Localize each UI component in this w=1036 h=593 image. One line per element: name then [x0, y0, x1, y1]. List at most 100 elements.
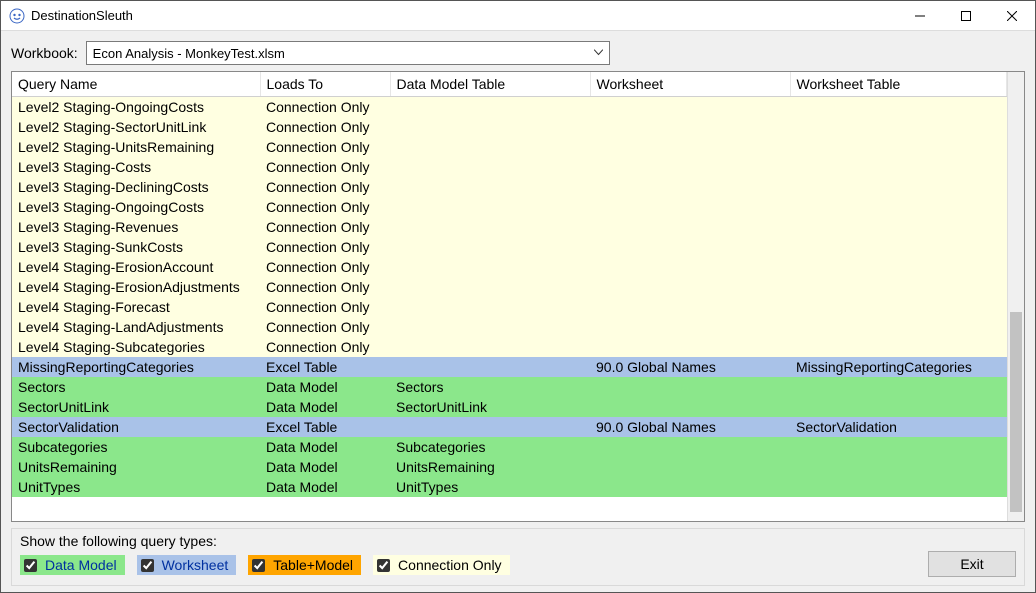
window-title: DestinationSleuth	[31, 8, 133, 23]
cell-worksheet	[590, 277, 790, 297]
table-row[interactable]: Level3 Staging-DecliningCostsConnection …	[12, 177, 1007, 197]
cell-worksheet-table	[790, 277, 1007, 297]
table-row[interactable]: Level2 Staging-SectorUnitLinkConnection …	[12, 117, 1007, 137]
cell-loads-to: Connection Only	[260, 97, 390, 117]
grid-viewport[interactable]: Query Name Loads To Data Model Table Wor…	[12, 72, 1007, 521]
close-button[interactable]	[989, 1, 1035, 31]
cell-worksheet	[590, 397, 790, 417]
scrollbar-thumb[interactable]	[1010, 312, 1022, 512]
table-row[interactable]: UnitTypesData ModelUnitTypes	[12, 477, 1007, 497]
filter-data-model[interactable]: Data Model	[20, 555, 125, 575]
table-row[interactable]: SectorsData ModelSectors	[12, 377, 1007, 397]
filter-connection-only-checkbox[interactable]	[377, 559, 390, 572]
cell-loads-to: Data Model	[260, 457, 390, 477]
table-row[interactable]: Level3 Staging-CostsConnection Only	[12, 157, 1007, 177]
cell-data-model-table	[390, 277, 590, 297]
cell-loads-to: Connection Only	[260, 117, 390, 137]
table-row[interactable]: Level3 Staging-SunkCostsConnection Only	[12, 237, 1007, 257]
filter-worksheet-checkbox[interactable]	[141, 559, 154, 572]
cell-query-name: Level4 Staging-ErosionAdjustments	[12, 277, 260, 297]
cell-data-model-table	[390, 197, 590, 217]
col-header-loads-to[interactable]: Loads To	[260, 72, 390, 97]
table-row[interactable]: Level3 Staging-RevenuesConnection Only	[12, 217, 1007, 237]
cell-worksheet	[590, 337, 790, 357]
cell-data-model-table	[390, 357, 590, 377]
cell-query-name: SectorValidation	[12, 417, 260, 437]
cell-worksheet	[590, 477, 790, 497]
cell-query-name: Level3 Staging-Costs	[12, 157, 260, 177]
cell-loads-to: Connection Only	[260, 257, 390, 277]
cell-worksheet-table	[790, 377, 1007, 397]
table-row[interactable]: Level4 Staging-ErosionAccountConnection …	[12, 257, 1007, 277]
cell-data-model-table	[390, 137, 590, 157]
table-row[interactable]: Level4 Staging-SubcategoriesConnection O…	[12, 337, 1007, 357]
col-header-worksheet-table[interactable]: Worksheet Table	[790, 72, 1007, 97]
table-row[interactable]: SubcategoriesData ModelSubcategories	[12, 437, 1007, 457]
table-row[interactable]: SectorValidationExcel Table90.0 Global N…	[12, 417, 1007, 437]
col-header-query-name[interactable]: Query Name	[12, 72, 260, 97]
workbook-label: Workbook:	[11, 45, 78, 61]
cell-data-model-table: SectorUnitLink	[390, 397, 590, 417]
cell-worksheet-table	[790, 397, 1007, 417]
table-row[interactable]: Level4 Staging-ErosionAdjustmentsConnect…	[12, 277, 1007, 297]
cell-query-name: Level4 Staging-ErosionAccount	[12, 257, 260, 277]
cell-worksheet	[590, 177, 790, 197]
filter-row: Data Model Worksheet Table+Model Connect…	[20, 555, 1016, 575]
table-row[interactable]: Level4 Staging-ForecastConnection Only	[12, 297, 1007, 317]
cell-worksheet	[590, 457, 790, 477]
cell-worksheet-table	[790, 477, 1007, 497]
cell-data-model-table: UnitTypes	[390, 477, 590, 497]
table-row[interactable]: MissingReportingCategoriesExcel Table90.…	[12, 357, 1007, 377]
cell-loads-to: Excel Table	[260, 417, 390, 437]
filter-worksheet[interactable]: Worksheet	[137, 555, 237, 575]
cell-worksheet-table	[790, 197, 1007, 217]
cell-loads-to: Data Model	[260, 377, 390, 397]
cell-worksheet	[590, 117, 790, 137]
cell-data-model-table: Subcategories	[390, 437, 590, 457]
cell-loads-to: Connection Only	[260, 217, 390, 237]
cell-loads-to: Connection Only	[260, 177, 390, 197]
table-row[interactable]: Level2 Staging-UnitsRemainingConnection …	[12, 137, 1007, 157]
minimize-button[interactable]	[897, 1, 943, 31]
cell-data-model-table	[390, 177, 590, 197]
col-header-data-model-table[interactable]: Data Model Table	[390, 72, 590, 97]
filter-connection-only-label: Connection Only	[398, 557, 502, 573]
cell-worksheet: 90.0 Global Names	[590, 357, 790, 377]
cell-worksheet	[590, 257, 790, 277]
cell-worksheet-table	[790, 117, 1007, 137]
cell-query-name: UnitTypes	[12, 477, 260, 497]
cell-data-model-table	[390, 117, 590, 137]
filter-table-model[interactable]: Table+Model	[248, 555, 361, 575]
cell-worksheet	[590, 437, 790, 457]
table-row[interactable]: Level3 Staging-OngoingCostsConnection On…	[12, 197, 1007, 217]
cell-loads-to: Connection Only	[260, 137, 390, 157]
header-row: Query Name Loads To Data Model Table Wor…	[12, 72, 1007, 97]
cell-query-name: Level4 Staging-Subcategories	[12, 337, 260, 357]
workbook-select[interactable]: Econ Analysis - MonkeyTest.xlsm	[86, 41, 610, 65]
col-header-worksheet[interactable]: Worksheet	[590, 72, 790, 97]
cell-worksheet	[590, 237, 790, 257]
app-window: DestinationSleuth Workbook: Econ Analysi…	[0, 0, 1036, 593]
cell-data-model-table	[390, 157, 590, 177]
vertical-scrollbar[interactable]	[1007, 72, 1024, 521]
table-row[interactable]: SectorUnitLinkData ModelSectorUnitLink	[12, 397, 1007, 417]
cell-worksheet-table	[790, 337, 1007, 357]
cell-worksheet	[590, 377, 790, 397]
cell-worksheet	[590, 137, 790, 157]
table-row[interactable]: Level2 Staging-OngoingCostsConnection On…	[12, 97, 1007, 117]
workbook-selected-value: Econ Analysis - MonkeyTest.xlsm	[93, 46, 285, 61]
cell-loads-to: Data Model	[260, 437, 390, 457]
maximize-button[interactable]	[943, 1, 989, 31]
cell-data-model-table: UnitsRemaining	[390, 457, 590, 477]
cell-worksheet-table	[790, 437, 1007, 457]
exit-button[interactable]: Exit	[928, 551, 1016, 577]
cell-worksheet-table: MissingReportingCategories	[790, 357, 1007, 377]
cell-worksheet-table	[790, 97, 1007, 117]
filter-connection-only[interactable]: Connection Only	[373, 555, 510, 575]
cell-data-model-table	[390, 417, 590, 437]
filter-data-model-checkbox[interactable]	[24, 559, 37, 572]
filter-table-model-checkbox[interactable]	[252, 559, 265, 572]
cell-loads-to: Connection Only	[260, 237, 390, 257]
table-row[interactable]: UnitsRemainingData ModelUnitsRemaining	[12, 457, 1007, 477]
table-row[interactable]: Level4 Staging-LandAdjustmentsConnection…	[12, 317, 1007, 337]
